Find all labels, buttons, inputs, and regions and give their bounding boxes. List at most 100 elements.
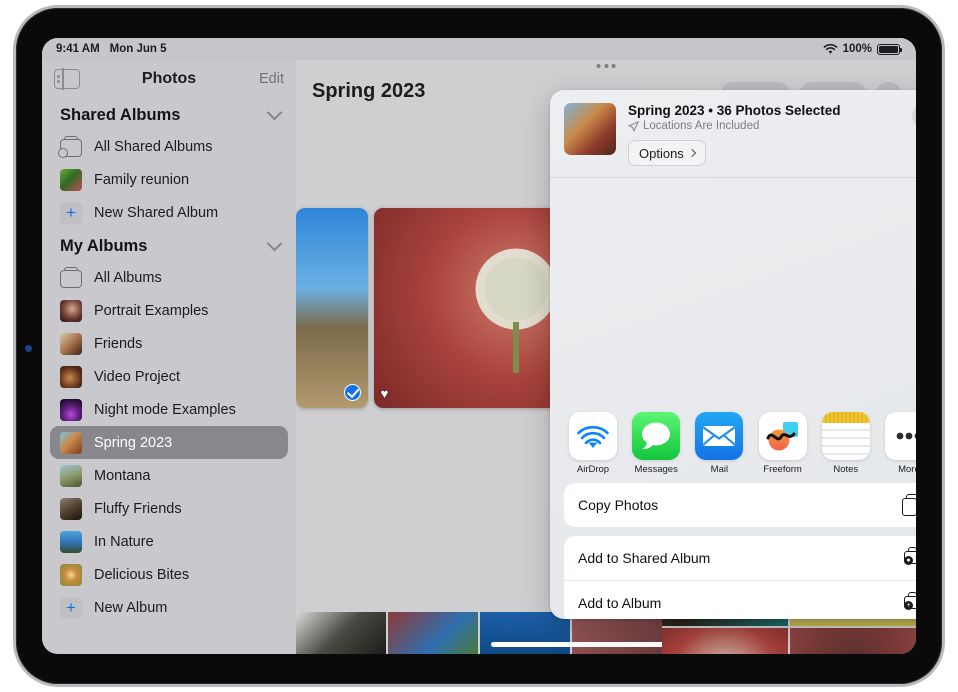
plus-icon: +: [60, 202, 82, 224]
edit-button[interactable]: Edit: [259, 71, 284, 87]
share-target-notes[interactable]: Notes: [821, 412, 871, 475]
album-thumbnail: [60, 465, 82, 487]
section-title: My Albums: [60, 237, 147, 256]
location-arrow-icon: [628, 121, 639, 132]
sidebar-item-all-shared-albums[interactable]: All Shared Albums: [50, 130, 288, 163]
sidebar-item-label: New Album: [94, 600, 167, 616]
share-sheet-preview-area: [550, 178, 916, 400]
status-date: Mon Jun 5: [110, 43, 167, 55]
add-to-shared-album-row[interactable]: Add to Shared Album ●: [564, 536, 916, 580]
sidebar-item-label: Night mode Examples: [94, 402, 236, 418]
sidebar-item-label: Delicious Bites: [94, 567, 189, 583]
strip-photo[interactable]: [480, 612, 570, 654]
action-label: Copy Photos: [578, 497, 658, 513]
sidebar-item-label: All Shared Albums: [94, 139, 212, 155]
share-target-messages[interactable]: Messages: [631, 412, 681, 475]
sidebar-item-label: Montana: [94, 468, 150, 484]
sidebar-item-portrait-examples[interactable]: Portrait Examples: [50, 294, 288, 327]
sidebar-item-video-project[interactable]: Video Project: [50, 360, 288, 393]
status-time: 9:41 AM: [56, 43, 100, 55]
share-sheet: Spring 2023 • 36 Photos Selected Locatio…: [550, 90, 916, 619]
sidebar-item-label: In Nature: [94, 534, 154, 550]
chevron-right-icon: [688, 149, 696, 157]
sidebar-item-label: Video Project: [94, 369, 180, 385]
sidebar-section-my-albums[interactable]: My Albums: [42, 229, 296, 261]
sidebar-item-label: All Albums: [94, 270, 162, 286]
album-thumbnail: [60, 366, 82, 388]
grid-photo[interactable]: [790, 628, 916, 654]
sidebar-item-label: Spring 2023: [94, 435, 172, 451]
sidebar: Photos Edit Shared Albums All Shared Alb…: [42, 60, 296, 654]
copy-photos-row[interactable]: Copy Photos: [564, 483, 916, 527]
share-target-freeform[interactable]: Freeform: [758, 412, 808, 475]
filmstrip-photo[interactable]: [296, 208, 368, 408]
chevron-down-icon[interactable]: [267, 105, 283, 121]
ipad-screen: 9:41 AM Mon Jun 5 100% Photos Edit: [42, 38, 916, 654]
album-title: Spring 2023: [312, 80, 425, 103]
share-sheet-subtitle-text: Locations Are Included: [643, 120, 759, 132]
sidebar-navbar: Photos Edit: [42, 60, 296, 98]
app-label: Notes: [821, 464, 871, 475]
chevron-down-icon[interactable]: [267, 236, 283, 252]
sidebar-item-family-reunion[interactable]: Family reunion: [50, 163, 288, 196]
sidebar-item-new-album[interactable]: + New Album: [50, 591, 288, 624]
close-icon[interactable]: ✕: [912, 103, 916, 129]
sidebar-item-friends[interactable]: Friends: [50, 327, 288, 360]
sidebar-item-night-mode-examples[interactable]: Night mode Examples: [50, 393, 288, 426]
sidebar-item-delicious-bites[interactable]: Delicious Bites: [50, 558, 288, 591]
sidebar-item-label: Friends: [94, 336, 142, 352]
wifi-icon: [823, 44, 838, 55]
options-button[interactable]: Options: [628, 140, 706, 166]
add-to-album-icon: +: [902, 592, 916, 614]
share-action-card: Copy Photos: [564, 483, 916, 527]
airdrop-icon: [569, 412, 617, 460]
album-thumbnail: [60, 531, 82, 553]
options-label: Options: [639, 146, 684, 161]
album-thumbnail: [60, 564, 82, 586]
battery-icon: [877, 44, 900, 55]
share-target-mail[interactable]: Mail: [694, 412, 744, 475]
share-target-more[interactable]: More: [884, 412, 916, 475]
shared-albums-icon: [60, 139, 82, 157]
add-to-shared-album-icon: ●: [902, 547, 916, 569]
detail-pane: Spring 2023 Aspect Select •••: [296, 60, 916, 654]
section-title: Shared Albums: [60, 106, 180, 125]
sidebar-item-fluffy-friends[interactable]: Fluffy Friends: [50, 492, 288, 525]
ipad-device-frame: 9:41 AM Mon Jun 5 100% Photos Edit: [16, 8, 942, 684]
sidebar-item-label: Portrait Examples: [94, 303, 208, 319]
sidebar-item-montana[interactable]: Montana: [50, 459, 288, 492]
strip-photo[interactable]: [296, 612, 386, 654]
app-label: Messages: [631, 464, 681, 475]
sidebar-item-new-shared-album[interactable]: + New Shared Album: [50, 196, 288, 229]
app-label: Mail: [694, 464, 744, 475]
album-thumbnail: [60, 498, 82, 520]
sidebar-item-in-nature[interactable]: In Nature: [50, 525, 288, 558]
share-sheet-header: Spring 2023 • 36 Photos Selected Locatio…: [550, 90, 916, 177]
copy-icon: [902, 494, 916, 516]
strip-photo[interactable]: [388, 612, 478, 654]
notes-icon: [822, 412, 870, 460]
sidebar-item-spring-2023[interactable]: Spring 2023: [50, 426, 288, 459]
mail-icon: [695, 412, 743, 460]
add-to-album-row[interactable]: Add to Album +: [564, 580, 916, 619]
album-thumbnail: [60, 432, 82, 454]
more-icon: [885, 412, 916, 460]
album-thumbnail: [60, 399, 82, 421]
multitasking-handle[interactable]: [597, 64, 616, 68]
app-label: More: [884, 464, 916, 475]
share-target-airdrop[interactable]: AirDrop: [568, 412, 618, 475]
album-thumbnail: [60, 300, 82, 322]
camera-dot: [25, 345, 32, 352]
share-app-row: AirDrop Messages: [550, 400, 916, 483]
sidebar-section-shared-albums[interactable]: Shared Albums: [42, 98, 296, 130]
sidebar-item-label: Fluffy Friends: [94, 501, 182, 517]
sidebar-item-label: New Shared Album: [94, 205, 218, 221]
share-sheet-title: Spring 2023 • 36 Photos Selected: [628, 103, 900, 118]
battery-percent: 100%: [843, 43, 872, 55]
status-bar: 9:41 AM Mon Jun 5 100%: [42, 38, 916, 60]
album-thumbnail: [60, 169, 82, 191]
grid-photo[interactable]: [662, 628, 788, 654]
sidebar-item-all-albums[interactable]: All Albums: [50, 261, 288, 294]
selected-checkmark-icon[interactable]: [344, 384, 361, 401]
favorite-heart-icon: ♥: [381, 386, 389, 401]
